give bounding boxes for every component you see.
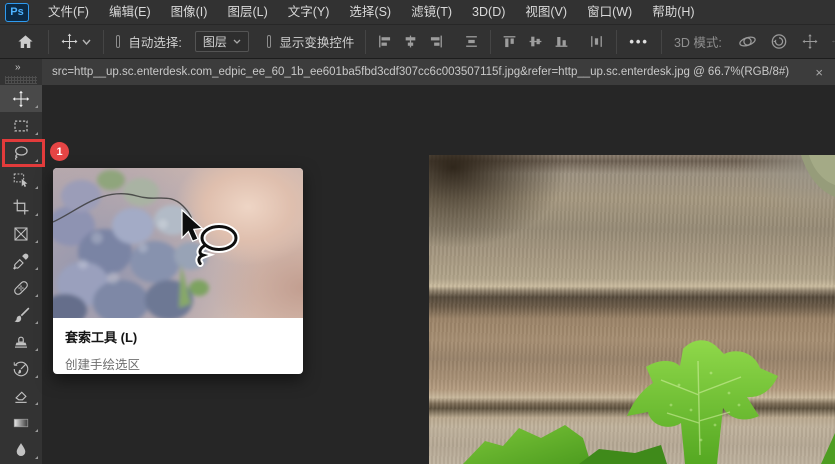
tool-object-selection[interactable] [0,166,42,193]
tab-close-icon[interactable]: × [811,65,827,80]
3d-orbit-icon[interactable] [738,28,757,56]
3d-roll-icon[interactable] [770,28,788,56]
align-horizontal-centers-icon[interactable] [403,28,418,56]
tool-gradient[interactable] [0,409,42,436]
auto-select-label: 自动选择: [128,36,182,50]
options-bar: 自动选择: 图层 显示变换控件 ••• 3D 模式: [0,25,835,59]
tool-rectangular-marquee[interactable] [0,112,42,139]
tool-crop[interactable] [0,193,42,220]
document-image[interactable] [429,155,835,464]
menu-image[interactable]: 图像(I) [161,0,218,25]
chevron-down-icon [233,39,241,44]
tooltip-title: 套索工具 (L) [65,330,138,345]
mode-3d-label: 3D 模式: [673,36,722,50]
separator [103,29,104,54]
tools-panel: » [0,59,42,464]
menu-help[interactable]: 帮助(H) [642,0,704,25]
menu-file[interactable]: 文件(F) [38,0,99,25]
document-tab-title: src=http__up.sc.enterdesk.com_edpic_ee_6… [52,66,790,78]
align-left-edges-icon[interactable] [377,28,392,56]
tool-history-brush[interactable] [0,355,42,382]
align-top-edges-icon[interactable] [502,28,517,56]
auto-select-dropdown[interactable]: 图层 [194,31,249,52]
chevron-down-icon[interactable] [82,28,91,56]
separator [48,29,49,54]
menu-view[interactable]: 视图(V) [515,0,577,25]
current-tool-move-icon[interactable] [61,28,78,56]
panel-grip[interactable] [5,76,37,84]
tooltip-text: 套索工具 (L) 创建手绘选区 [53,318,303,373]
3d-pan-icon[interactable] [801,28,819,56]
photoshop-logo: Ps [5,2,29,22]
distribute-horizontal-centers-icon[interactable] [589,28,604,56]
tool-eyedropper[interactable] [0,247,42,274]
tool-blur[interactable] [0,436,42,463]
ivy-leaves-illustration [463,155,835,464]
show-transform-checkbox[interactable] [266,35,272,48]
tool-move[interactable] [0,85,42,112]
tooltip-description: 创建手绘选区 [65,358,141,372]
separator [616,29,618,54]
photoshop-window: Ps 文件(F) 编辑(E) 图像(I) 图层(L) 文字(Y) 选择(S) 滤… [0,0,835,464]
more-options-button[interactable]: ••• [629,34,649,49]
separator [365,29,367,54]
menu-bar: Ps 文件(F) 编辑(E) 图像(I) 图层(L) 文字(Y) 选择(S) 滤… [0,0,835,25]
separator [490,29,492,54]
menu-3d[interactable]: 3D(D) [462,0,515,25]
annotation-highlight-box [2,139,45,167]
menu-type[interactable]: 文字(Y) [278,0,340,25]
tool-clone-stamp[interactable] [0,328,42,355]
show-transform-label: 显示变换控件 [279,36,355,50]
menu-layer[interactable]: 图层(L) [217,0,277,25]
align-right-edges-icon[interactable] [429,28,444,56]
menu-window[interactable]: 窗口(W) [577,0,642,25]
distribute-vertical-centers-icon[interactable] [464,28,479,56]
align-bottom-edges-icon[interactable] [554,28,569,56]
auto-select-checkbox[interactable] [116,35,121,48]
panel-collapse-button[interactable]: » [0,59,42,74]
separator [660,29,662,54]
menu-select[interactable]: 选择(S) [339,0,401,25]
home-icon[interactable] [17,28,34,56]
tool-frame[interactable] [0,220,42,247]
tool-spot-healing-brush[interactable] [0,274,42,301]
tool-eraser[interactable] [0,382,42,409]
align-vertical-centers-icon[interactable] [528,28,543,56]
annotation-step-badge: 1 [50,142,69,161]
lasso-tool-tooltip: 套索工具 (L) 创建手绘选区 [53,168,303,374]
tool-brush[interactable] [0,301,42,328]
tab-bar: src=http__up.sc.enterdesk.com_edpic_ee_6… [42,59,835,85]
menu-edit[interactable]: 编辑(E) [99,0,161,25]
auto-select-value: 图层 [202,35,227,49]
document-tab[interactable]: src=http__up.sc.enterdesk.com_edpic_ee_6… [42,59,835,85]
tooltip-preview-image [53,168,303,318]
menu-filter[interactable]: 滤镜(T) [401,0,462,25]
lasso-cursor-icon [195,223,240,267]
